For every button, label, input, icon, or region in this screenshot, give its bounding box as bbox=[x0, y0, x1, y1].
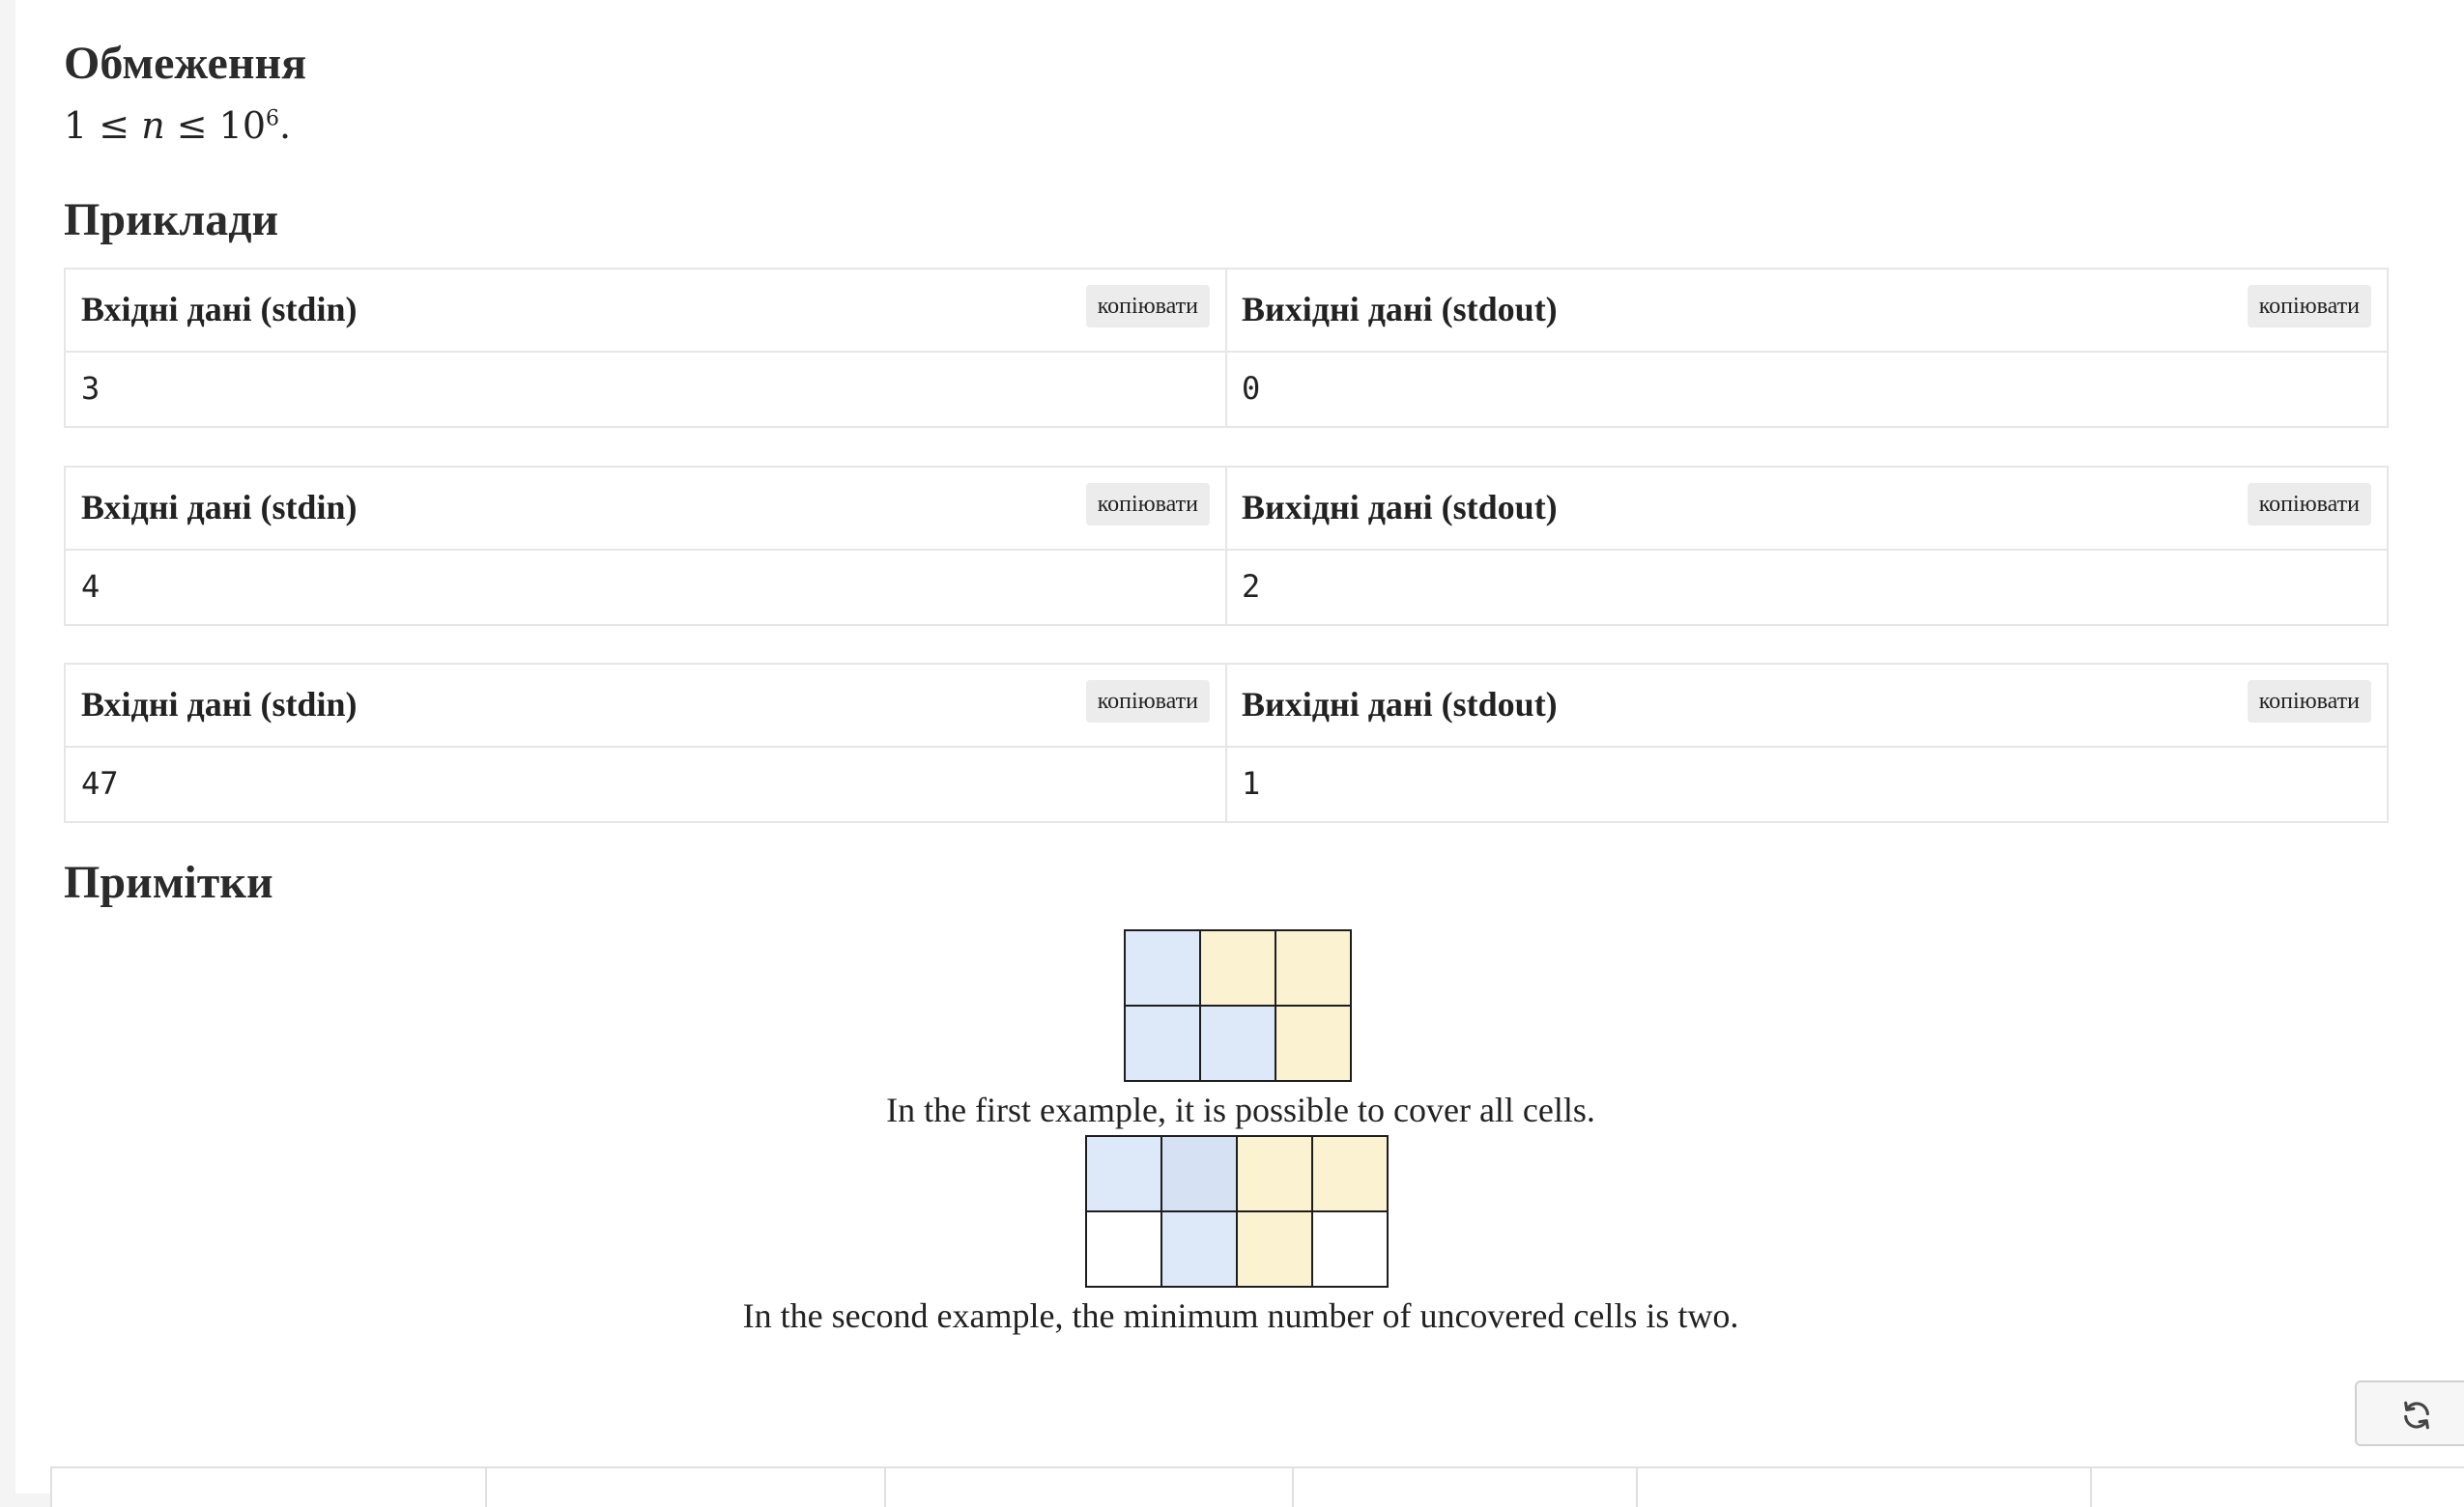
copy-output-button[interactable]: копіювати bbox=[2247, 680, 2371, 723]
note-caption-1: In the first example, it is possible to … bbox=[886, 1091, 1595, 1129]
example-input-value: 4 bbox=[81, 568, 100, 605]
grid-cell bbox=[1124, 929, 1201, 1007]
example-input-header: Вхідні дані (stdin) копіювати bbox=[66, 270, 1225, 353]
grid-cell bbox=[1236, 1210, 1313, 1288]
example-input-value: 3 bbox=[81, 370, 100, 407]
copy-output-button[interactable]: копіювати bbox=[2247, 285, 2371, 327]
grid-cell bbox=[1085, 1210, 1162, 1288]
example-output-panel: Вихідні дані (stdout) копіювати 2 bbox=[1226, 468, 2387, 624]
constraint-rhs: ≤ 10 bbox=[164, 104, 267, 147]
grid-cell bbox=[1085, 1135, 1162, 1212]
grid-cell bbox=[1160, 1210, 1238, 1288]
refresh-button[interactable] bbox=[2355, 1380, 2464, 1446]
grid-cell bbox=[1124, 1005, 1201, 1082]
grid-cell bbox=[1236, 1135, 1313, 1212]
example-output-header: Вихідні дані (stdout) копіювати bbox=[1226, 270, 2387, 353]
example-block-3: Вхідні дані (stdin) копіювати 47 Вихідні… bbox=[64, 663, 2389, 823]
table-header-cell bbox=[1638, 1468, 2092, 1507]
notes-title: Примітки bbox=[64, 857, 273, 908]
table-header-cell bbox=[2092, 1468, 2464, 1507]
example-input-value: 47 bbox=[81, 765, 119, 802]
input-label: Вхідні дані (stdin) bbox=[81, 685, 358, 724]
output-label: Вихідні дані (stdout) bbox=[1242, 685, 1558, 724]
example-block-2: Вхідні дані (stdin) копіювати 4 Вихідні … bbox=[64, 466, 2389, 626]
output-label: Вихідні дані (stdout) bbox=[1242, 488, 1558, 526]
constraint-lhs: 1 ≤ bbox=[64, 104, 142, 147]
output-label: Вихідні дані (stdout) bbox=[1242, 290, 1558, 328]
copy-input-button[interactable]: копіювати bbox=[1085, 285, 1210, 327]
input-label: Вхідні дані (stdin) bbox=[81, 488, 358, 526]
example-output-panel: Вихідні дані (stdout) копіювати 1 bbox=[1226, 665, 2387, 821]
examples-title: Приклади bbox=[64, 194, 279, 245]
constraint-var: n bbox=[141, 104, 165, 147]
constraints-title: Обмеження bbox=[64, 38, 307, 89]
example-output-value: 1 bbox=[1242, 765, 1261, 802]
grid-cell bbox=[1160, 1135, 1238, 1212]
example-input-header: Вхідні дані (stdin) копіювати bbox=[66, 468, 1225, 551]
grid-cell bbox=[1275, 929, 1352, 1007]
table-header-cell bbox=[886, 1468, 1294, 1507]
problem-page: Обмеження 1 ≤ n ≤ 106. Приклади Вхідні д… bbox=[15, 0, 2464, 1507]
example-input-panel: Вхідні дані (stdin) копіювати 3 bbox=[66, 270, 1227, 426]
example-input-header: Вхідні дані (stdin) копіювати bbox=[66, 665, 1225, 748]
table-header-cell bbox=[52, 1468, 487, 1507]
example-output-panel: Вихідні дані (stdout) копіювати 0 bbox=[1226, 270, 2387, 426]
grid-cell bbox=[1199, 1005, 1276, 1082]
constraint-exponent: 6 bbox=[266, 106, 280, 131]
grid-cell bbox=[1311, 1135, 1389, 1212]
input-label: Вхідні дані (stdin) bbox=[81, 290, 358, 328]
copy-input-button[interactable]: копіювати bbox=[1085, 483, 1210, 526]
example-output-header: Вихідні дані (stdout) копіювати bbox=[1226, 468, 2387, 551]
grid-cell bbox=[1275, 1005, 1352, 1082]
example-input-panel: Вхідні дані (stdin) копіювати 47 bbox=[66, 665, 1227, 821]
example-output-value: 0 bbox=[1242, 370, 1261, 407]
copy-output-button[interactable]: копіювати bbox=[2247, 483, 2371, 526]
grid-cell bbox=[1199, 929, 1276, 1007]
example-input-panel: Вхідні дані (stdin) копіювати 4 bbox=[66, 468, 1227, 624]
example-output-value: 2 bbox=[1242, 568, 1261, 605]
constraint-end: . bbox=[279, 104, 292, 147]
example-block-1: Вхідні дані (stdin) копіювати 3 Вихідні … bbox=[64, 268, 2389, 428]
refresh-icon bbox=[2404, 1401, 2429, 1430]
copy-input-button[interactable]: копіювати bbox=[1085, 680, 1210, 723]
grid-cell bbox=[1311, 1210, 1389, 1288]
submissions-table-header bbox=[50, 1466, 2464, 1507]
constraint-formula: 1 ≤ n ≤ 106. bbox=[64, 104, 291, 147]
example-output-header: Вихідні дані (stdout) копіювати bbox=[1226, 665, 2387, 748]
note-caption-2: In the second example, the minimum numbe… bbox=[742, 1296, 1739, 1335]
table-header-cell bbox=[1294, 1468, 1638, 1507]
table-header-cell bbox=[487, 1468, 886, 1507]
